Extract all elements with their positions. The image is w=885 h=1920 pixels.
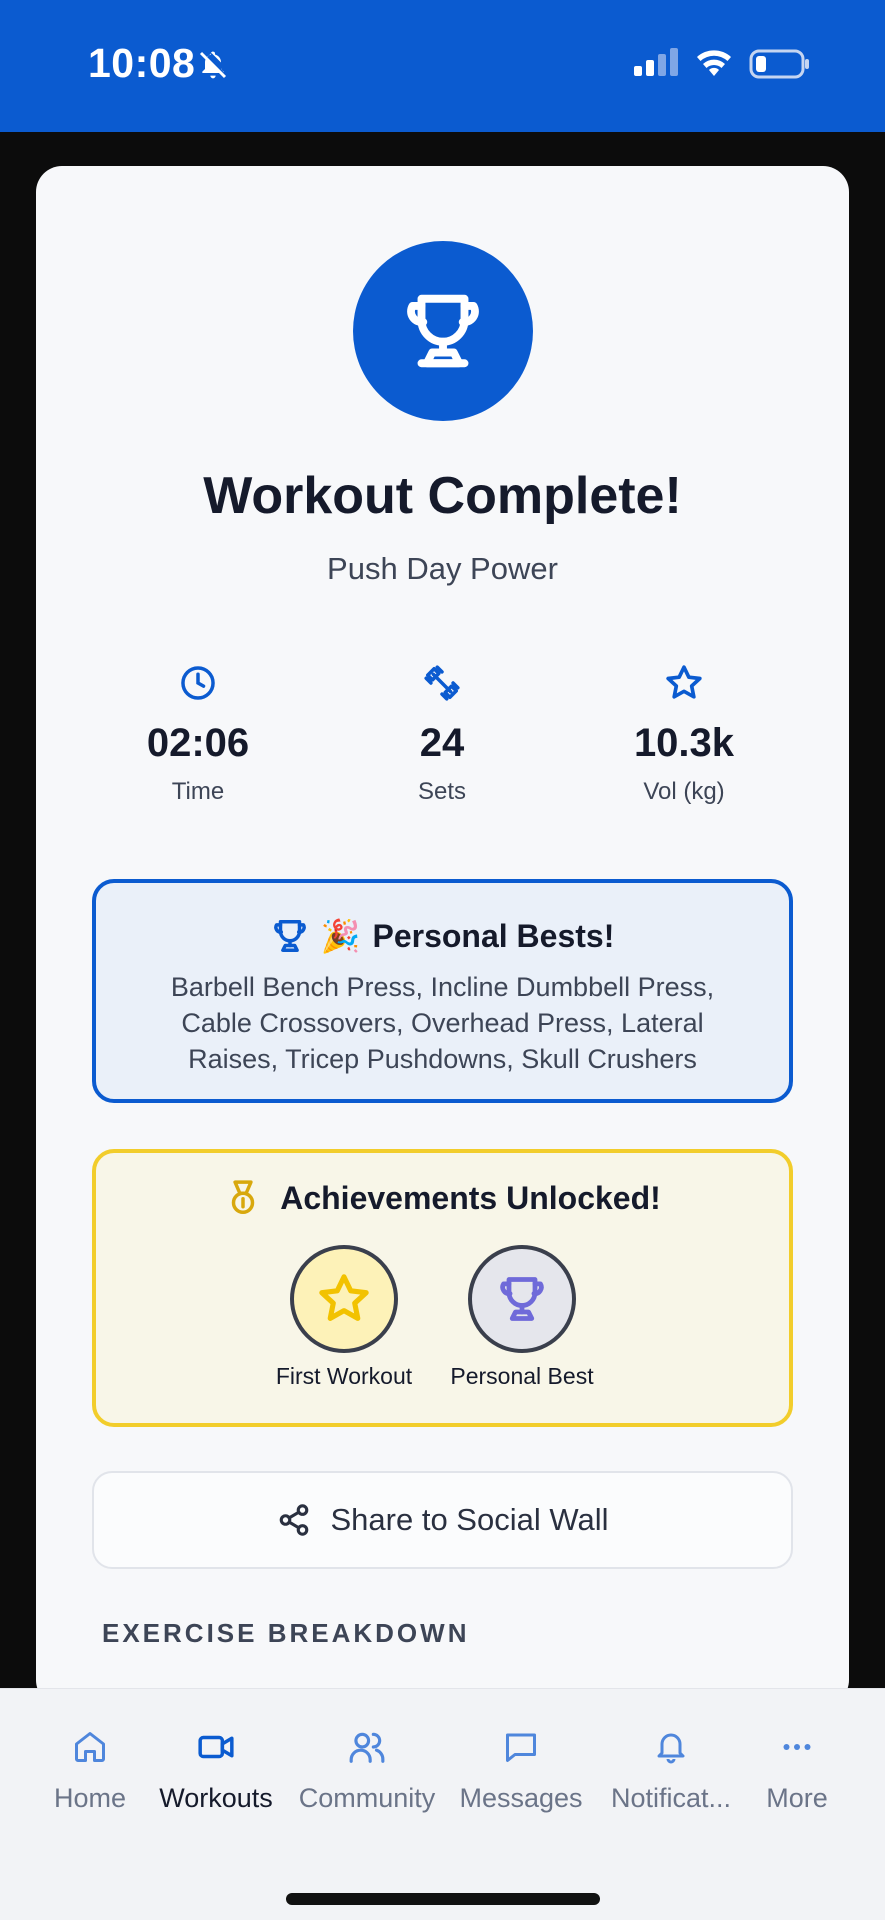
exercise-breakdown-heading: EXERCISE BREAKDOWN [102, 1618, 470, 1648]
trophy-icon [407, 294, 479, 368]
home-icon [75, 1732, 105, 1762]
achievements-title: Achievements Unlocked! [280, 1179, 661, 1216]
status-time: 10:08 [88, 40, 196, 86]
stat-sets: 24 Sets [322, 661, 562, 806]
stat-value: 10.3k [633, 721, 735, 765]
stat-value: 24 [419, 721, 465, 765]
tab-label: Workouts [159, 1783, 273, 1813]
trophy-icon [500, 1277, 544, 1321]
status-bar: 10:08 [0, 0, 885, 132]
users-icon [349, 1732, 385, 1763]
tab-label: Community [298, 1783, 436, 1813]
star-icon [666, 665, 702, 699]
personal-bests-title: Personal Bests! [372, 917, 615, 954]
achievements-panel: Achievements Unlocked! First Workout Per… [92, 1149, 793, 1427]
bell-off-icon [199, 51, 227, 79]
stat-label: Sets [417, 778, 467, 805]
signal-icon [634, 48, 678, 76]
stats-row: 02:06 Time 24 Sets 10.3k Vol (kg) [36, 661, 849, 811]
achievements-header: Achievements Unlocked! [96, 1179, 789, 1217]
tab-label: Messages [459, 1783, 583, 1813]
bottom-tab-bar: Home Workouts Community Messages Notific… [0, 1688, 885, 1920]
workout-name: Push Day Power [327, 551, 558, 586]
wifi-icon [697, 50, 731, 76]
tab-more[interactable]: More [722, 1725, 872, 1814]
tab-workouts[interactable]: Workouts [141, 1725, 291, 1814]
badge-label: First Workout [275, 1363, 413, 1389]
page-title: Workout Complete! [203, 467, 682, 525]
video-icon [198, 1735, 234, 1759]
stat-label: Vol (kg) [643, 778, 725, 805]
tab-label: More [766, 1783, 828, 1813]
badge-first-workout[interactable]: First Workout [254, 1245, 434, 1390]
share-button-label: Share to Social Wall [330, 1502, 609, 1537]
badge-label: Personal Best [450, 1363, 594, 1389]
personal-bests-header: 🎉 Personal Bests! [96, 917, 789, 955]
more-icon [783, 1744, 811, 1750]
chat-icon [506, 1733, 536, 1762]
personal-bests-list: Barbell Bench Press, Incline Dumbbell Pr… [170, 972, 715, 1074]
share-to-social-wall-button[interactable]: Share to Social Wall [92, 1471, 793, 1569]
badge-personal-best[interactable]: Personal Best [432, 1245, 612, 1390]
party-popper-icon: 🎉 [320, 918, 361, 954]
stat-value: 02:06 [146, 721, 250, 765]
battery-icon [749, 49, 809, 79]
stat-volume: 10.3k Vol (kg) [564, 661, 804, 806]
personal-bests-panel: 🎉 Personal Bests! Barbell Bench Press, I… [92, 879, 793, 1103]
dumbbell-icon [424, 665, 460, 701]
share-icon [279, 1504, 308, 1536]
bell-icon [657, 1733, 685, 1764]
tab-community[interactable]: Community [292, 1725, 442, 1814]
trophy-icon [273, 920, 306, 952]
tab-messages[interactable]: Messages [446, 1725, 596, 1814]
trophy-badge [353, 241, 533, 421]
workout-summary-card: Workout Complete! Push Day Power 02:06 T… [36, 166, 849, 1706]
clock-icon [181, 666, 215, 700]
home-indicator[interactable] [286, 1893, 600, 1905]
star-icon [319, 1274, 369, 1321]
stat-label: Time [171, 778, 225, 805]
medal-icon [231, 1180, 255, 1214]
stat-time: 02:06 Time [78, 661, 318, 806]
